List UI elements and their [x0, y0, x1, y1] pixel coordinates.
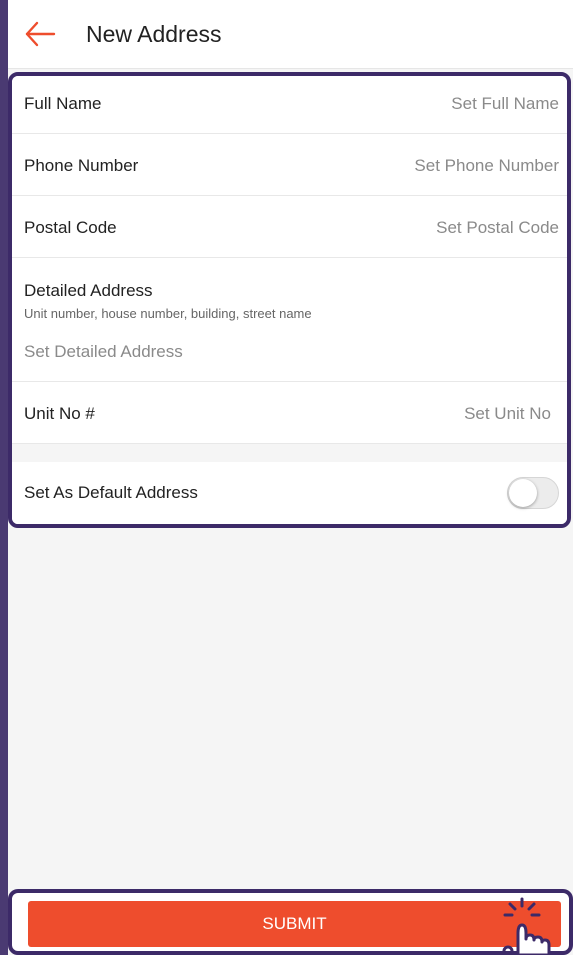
toggle-knob — [509, 479, 537, 507]
default-address-label: Set As Default Address — [24, 483, 198, 502]
detailed-address-label: Detailed Address — [24, 281, 153, 300]
phone-number-label: Phone Number — [24, 156, 139, 175]
top-bar: New Address — [8, 0, 573, 69]
submit-button[interactable]: SUBMIT — [28, 901, 561, 947]
detailed-address-input[interactable]: Set Detailed Address — [24, 342, 183, 362]
phone-number-field[interactable]: Phone Number Set Phone Number — [12, 134, 567, 196]
postal-code-field[interactable]: Postal Code Set Postal Code — [12, 196, 567, 258]
detailed-address-hint: Unit number, house number, building, str… — [24, 306, 312, 321]
footer-bar: SUBMIT — [8, 889, 573, 955]
address-form: Full Name Set Full Name Phone Number Set… — [8, 72, 571, 528]
full-name-input[interactable]: Set Full Name — [451, 94, 559, 114]
unit-no-label: Unit No # — [24, 404, 95, 423]
section-divider — [12, 444, 567, 462]
app-screen: New Address Full Name Set Full Name Phon… — [8, 0, 573, 955]
arrow-left-icon[interactable] — [24, 20, 56, 48]
detailed-address-field[interactable]: Detailed Address Unit number, house numb… — [12, 258, 567, 382]
postal-code-label: Postal Code — [24, 218, 117, 237]
postal-code-input[interactable]: Set Postal Code — [436, 218, 559, 238]
full-name-label: Full Name — [24, 94, 102, 113]
unit-no-field[interactable]: Unit No # Set Unit No — [12, 382, 567, 444]
default-address-row: Set As Default Address — [12, 462, 567, 524]
page-title: New Address — [86, 21, 222, 47]
default-address-toggle[interactable] — [507, 477, 559, 509]
phone-number-input[interactable]: Set Phone Number — [414, 156, 559, 176]
unit-no-input[interactable]: Set Unit No — [464, 404, 551, 424]
full-name-field[interactable]: Full Name Set Full Name — [12, 76, 567, 134]
